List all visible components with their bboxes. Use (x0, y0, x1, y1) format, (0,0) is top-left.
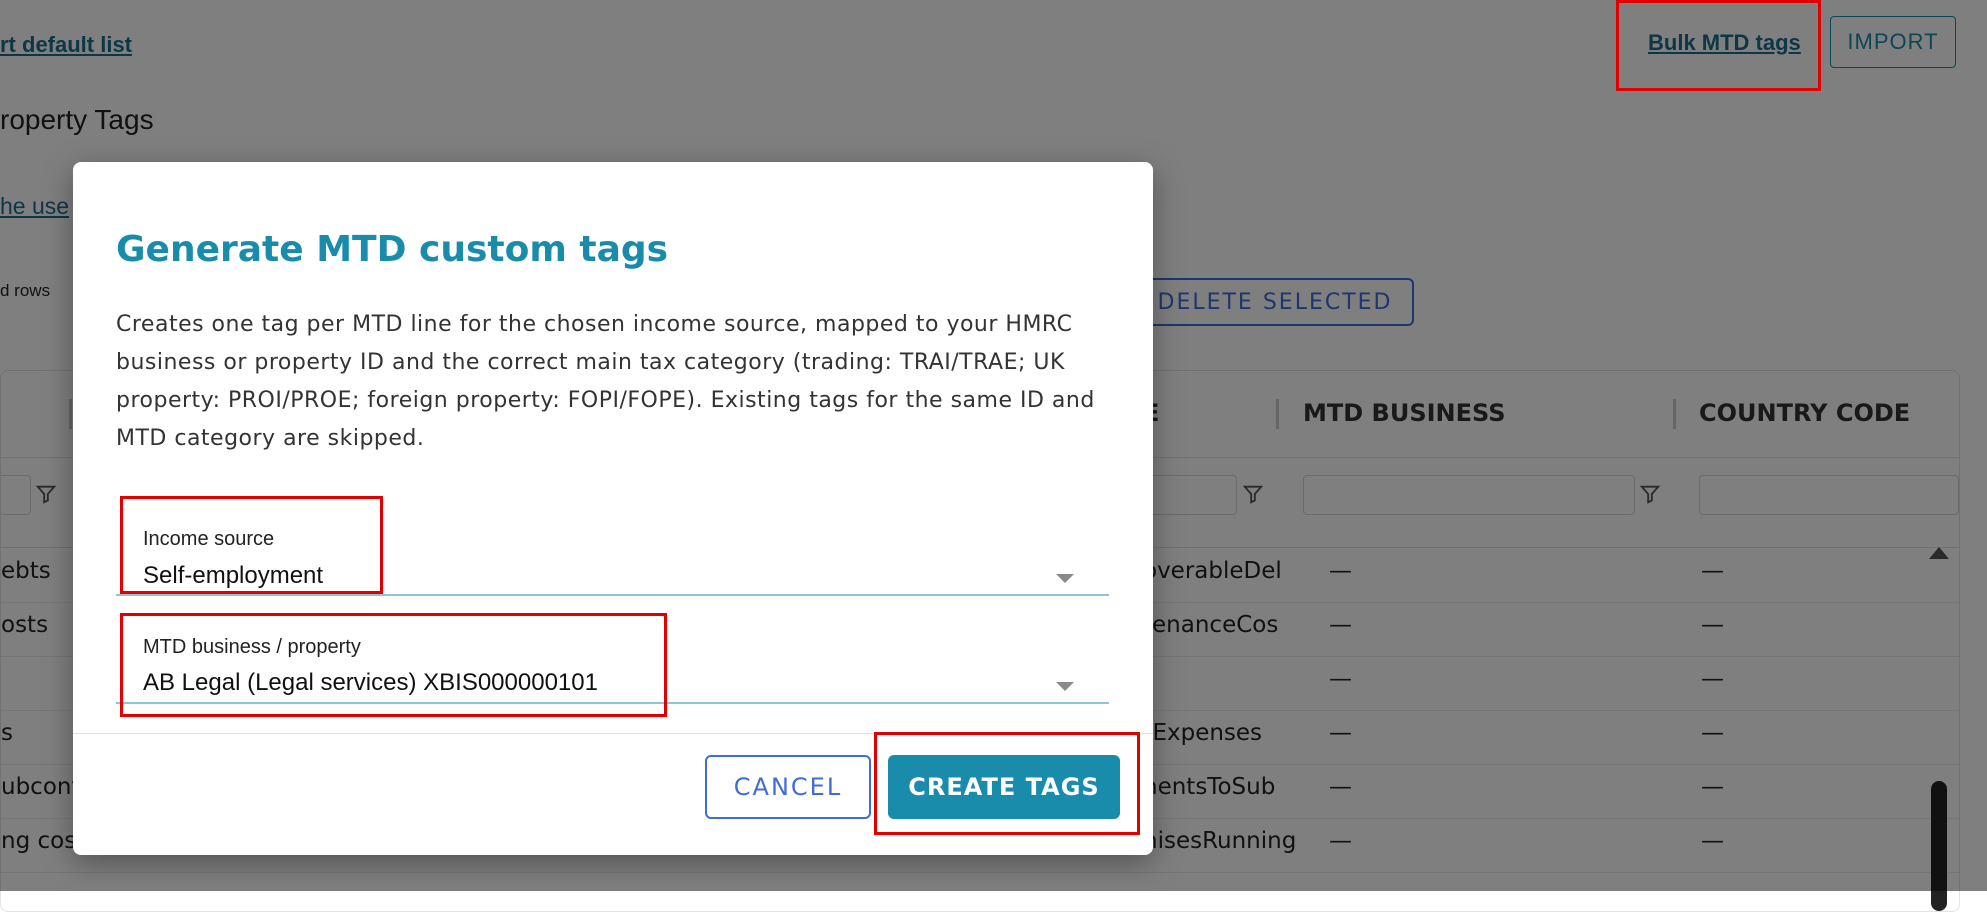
mtd-business-value: AB Legal (Legal services) XBIS000000101 (143, 669, 598, 696)
cancel-button[interactable]: CANCEL (705, 755, 871, 819)
income-source-select[interactable]: Income source Self-employment (116, 514, 1109, 596)
dialog-description: Creates one tag per MTD line for the cho… (116, 312, 1095, 451)
generate-mtd-tags-dialog: Generate MTD custom tags Creates one tag… (73, 162, 1153, 855)
mtd-business-label: MTD business / property (143, 636, 361, 658)
chevron-down-icon[interactable] (1056, 682, 1074, 691)
dialog-title: Generate MTD custom tags (116, 229, 669, 270)
chevron-down-icon[interactable] (1056, 574, 1074, 583)
dialog-footer-divider (73, 733, 1153, 734)
income-source-label: Income source (143, 528, 275, 550)
mtd-business-select[interactable]: MTD business / property AB Legal (Legal … (116, 622, 1109, 704)
create-tags-button[interactable]: CREATE TAGS (888, 755, 1120, 819)
income-source-value: Self-employment (143, 562, 324, 589)
